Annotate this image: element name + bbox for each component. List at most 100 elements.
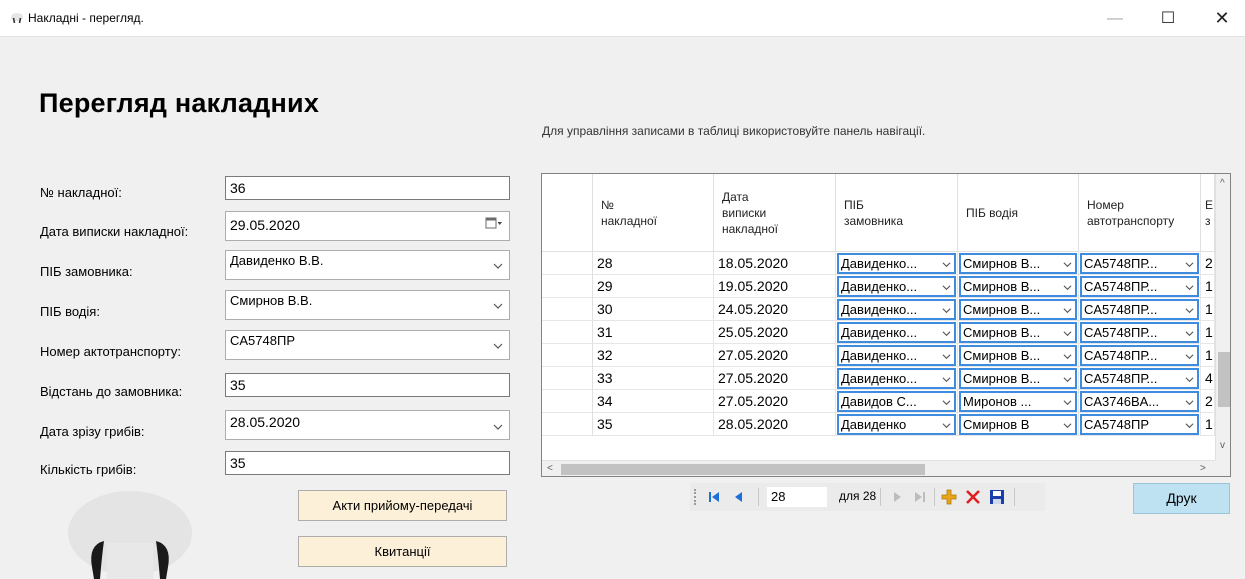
acts-button[interactable]: Акти прийому-передачі (298, 490, 507, 521)
distance-field[interactable]: 35 (225, 373, 510, 397)
minimize-button[interactable]: — (1092, 0, 1138, 37)
cut-date-combo[interactable]: 28.05.2020 (225, 410, 510, 440)
table-row[interactable]: 29 19.05.2020 Давиденко... Смирнов В... CA57… (542, 275, 1230, 298)
cell-combo[interactable]: Смирнов В... (959, 322, 1077, 343)
chevron-down-icon[interactable] (942, 306, 951, 315)
chevron-down-icon[interactable] (1063, 329, 1072, 338)
chevron-down-icon[interactable] (942, 421, 951, 430)
add-icon[interactable] (940, 488, 958, 506)
chevron-down-icon[interactable] (942, 398, 951, 407)
column-header[interactable]: ПІБ замовника (836, 174, 958, 252)
chevron-down-icon[interactable] (1185, 398, 1194, 407)
scroll-left-icon[interactable]: < (547, 463, 553, 474)
table-cell[interactable]: 27.05.2020 (714, 390, 836, 413)
table-cell[interactable]: Давиденко... (836, 367, 958, 390)
chevron-down-icon[interactable] (1185, 329, 1194, 338)
table-cell[interactable]: CA3746BA... (1079, 390, 1201, 413)
position-field[interactable]: 28 (766, 486, 828, 508)
table-cell[interactable]: Давиденко... (836, 321, 958, 344)
chevron-down-icon[interactable] (942, 329, 951, 338)
chevron-down-icon[interactable] (1185, 283, 1194, 292)
row-header[interactable] (542, 367, 593, 390)
table-cell[interactable]: 33 (593, 367, 714, 390)
table-row[interactable]: 35 28.05.2020 Давиденко Смирнов В CA5748ПР 1 (542, 413, 1230, 436)
delete-icon[interactable] (964, 488, 982, 506)
table-cell[interactable]: CA5748ПР (1079, 413, 1201, 436)
scroll-up-icon[interactable]: ^ (1220, 178, 1225, 189)
table-cell[interactable]: 1 (1201, 344, 1215, 367)
cell-combo[interactable]: Давиденко... (837, 345, 956, 366)
column-header[interactable]: Номер автотранспорту (1079, 174, 1201, 252)
move-prev-icon[interactable] (730, 488, 748, 506)
table-cell[interactable]: 2 (1201, 252, 1215, 275)
table-cell[interactable]: Давиденко... (836, 252, 958, 275)
table-cell[interactable]: 25.05.2020 (714, 321, 836, 344)
chevron-down-icon[interactable] (1185, 352, 1194, 361)
row-header[interactable] (542, 413, 593, 436)
invoices-grid[interactable]: № накладної Дата виписки накладної ПІБ з… (541, 173, 1231, 477)
scroll-down-icon[interactable]: v (1220, 440, 1225, 451)
save-icon[interactable] (988, 488, 1006, 506)
table-cell[interactable]: 1 (1201, 275, 1215, 298)
row-header[interactable] (542, 390, 593, 413)
row-header[interactable] (542, 298, 593, 321)
chevron-down-icon[interactable] (1185, 421, 1194, 430)
table-cell[interactable]: Смирнов В... (958, 321, 1079, 344)
chevron-down-icon[interactable] (1063, 260, 1072, 269)
cell-combo[interactable]: Давиденко... (837, 276, 956, 297)
table-cell[interactable]: 30 (593, 298, 714, 321)
column-header[interactable]: Е з (1201, 174, 1215, 252)
invoice-number-field[interactable]: 36 (225, 176, 510, 200)
chevron-down-icon[interactable] (1063, 352, 1072, 361)
cell-combo[interactable]: Давидов С... (837, 391, 956, 412)
cell-combo[interactable]: Смирнов В... (959, 253, 1077, 274)
cell-combo[interactable]: Давиденко... (837, 299, 956, 320)
chevron-down-icon[interactable] (942, 260, 951, 269)
cell-combo[interactable]: CA5748ПР... (1080, 345, 1199, 366)
cell-combo[interactable]: Смирнов В... (959, 345, 1077, 366)
chevron-down-icon[interactable] (1063, 375, 1072, 384)
table-row[interactable]: 33 27.05.2020 Давиденко... Смирнов В... CA57… (542, 367, 1230, 390)
table-cell[interactable]: CA5748ПР... (1079, 344, 1201, 367)
table-cell[interactable]: Давиденко (836, 413, 958, 436)
table-cell[interactable]: CA5748ПР... (1079, 275, 1201, 298)
table-row[interactable]: 31 25.05.2020 Давиденко... Смирнов В... CA57… (542, 321, 1230, 344)
chevron-down-icon[interactable] (1063, 283, 1072, 292)
table-cell[interactable]: Миронов ... (958, 390, 1079, 413)
scroll-right-icon[interactable]: > (1200, 463, 1206, 474)
quantity-field[interactable]: 35 (225, 451, 510, 475)
chevron-down-icon[interactable] (1185, 375, 1194, 384)
chevron-down-icon[interactable] (1063, 306, 1072, 315)
table-cell[interactable]: CA5748ПР... (1079, 367, 1201, 390)
row-header[interactable] (542, 275, 593, 298)
customer-combo[interactable]: Давиденко В.В. (225, 250, 510, 280)
table-row[interactable]: 32 27.05.2020 Давиденко... Смирнов В... CA57… (542, 344, 1230, 367)
column-header[interactable]: № накладної (593, 174, 714, 252)
table-cell[interactable]: CA5748ПР... (1079, 252, 1201, 275)
table-cell[interactable]: Давиденко... (836, 298, 958, 321)
table-cell[interactable]: 1 (1201, 321, 1215, 344)
row-header[interactable] (542, 321, 593, 344)
table-cell[interactable]: 31 (593, 321, 714, 344)
cell-combo[interactable]: CA5748ПР... (1080, 368, 1199, 389)
table-cell[interactable]: 27.05.2020 (714, 367, 836, 390)
table-cell[interactable]: 28 (593, 252, 714, 275)
cell-combo[interactable]: CA3746BA... (1080, 391, 1199, 412)
table-row[interactable]: 28 18.05.2020 Давиденко... Смирнов В... CA57… (542, 252, 1230, 275)
toolbar-grip[interactable] (694, 489, 697, 505)
table-row[interactable]: 34 27.05.2020 Давидов С... Миронов ... CA374… (542, 390, 1230, 413)
invoice-date-picker[interactable]: 29.05.2020 (225, 211, 510, 241)
table-cell[interactable]: Давидов С... (836, 390, 958, 413)
print-button[interactable]: Друк (1133, 483, 1230, 514)
cell-combo[interactable]: Смирнов В... (959, 276, 1077, 297)
row-header[interactable] (542, 344, 593, 367)
table-cell[interactable]: 1 (1201, 413, 1215, 436)
table-cell[interactable]: 19.05.2020 (714, 275, 836, 298)
table-cell[interactable]: 1 (1201, 298, 1215, 321)
move-next-icon[interactable] (888, 488, 906, 506)
table-cell[interactable]: 24.05.2020 (714, 298, 836, 321)
cell-combo[interactable]: Смирнов В... (959, 368, 1077, 389)
table-cell[interactable]: 28.05.2020 (714, 413, 836, 436)
cell-combo[interactable]: Миронов ... (959, 391, 1077, 412)
cell-combo[interactable]: CA5748ПР... (1080, 276, 1199, 297)
